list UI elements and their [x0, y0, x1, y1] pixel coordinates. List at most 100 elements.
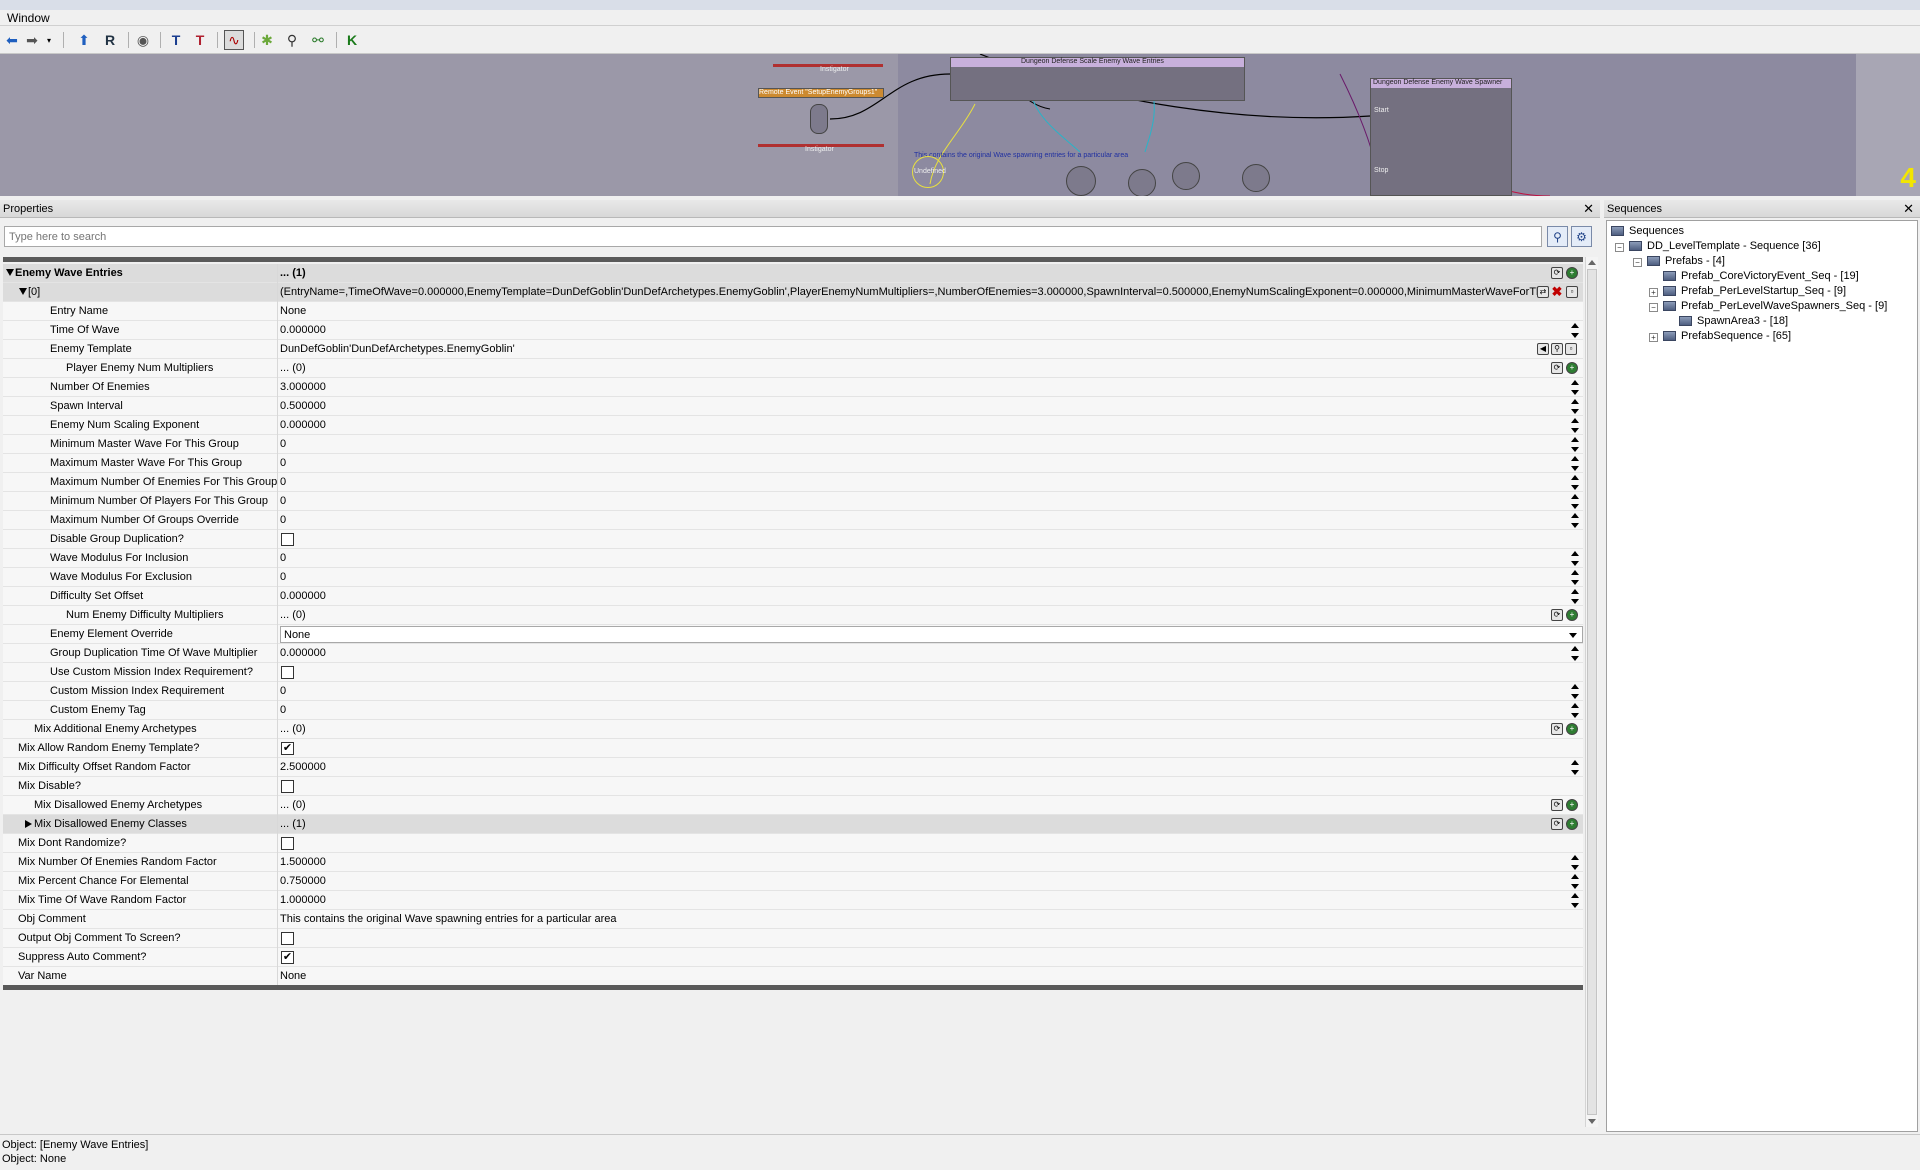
sequence-tree-item[interactable]: Prefabs - [4] — [1647, 255, 1725, 267]
property-row[interactable]: Time Of Wave 0.000000 — [3, 321, 1583, 340]
spinner-arrows-icon[interactable] — [1571, 437, 1579, 452]
column-divider[interactable] — [277, 283, 278, 302]
column-divider[interactable] — [277, 701, 278, 720]
property-value[interactable]: DunDefGoblin'DunDefArchetypes.EnemyGobli… — [280, 343, 1540, 355]
enemy-wave-spawner-node[interactable]: Dungeon Defense Enemy Wave Spawner Start… — [1370, 78, 1512, 196]
column-divider[interactable] — [277, 758, 278, 777]
back-arrow-icon[interactable]: ⬅ — [2, 30, 22, 50]
remote-event-diamond[interactable] — [810, 104, 828, 134]
duplicate-icon[interactable]: ▫ — [1566, 286, 1578, 298]
rename-icon[interactable]: R — [100, 30, 120, 50]
spinner-arrows-icon[interactable] — [1571, 551, 1579, 566]
column-divider[interactable] — [277, 302, 278, 321]
column-divider[interactable] — [277, 359, 278, 378]
column-divider[interactable] — [277, 929, 278, 948]
property-value[interactable]: 0 — [280, 514, 1540, 526]
column-divider[interactable] — [277, 378, 278, 397]
property-checkbox[interactable]: ✔ — [281, 742, 294, 755]
property-row[interactable]: Custom Enemy Tag 0 — [3, 701, 1583, 720]
close-icon[interactable]: ✕ — [1903, 201, 1914, 217]
property-row[interactable]: Maximum Master Wave For This Group 0 — [3, 454, 1583, 473]
collapse-arrow-icon[interactable] — [6, 269, 14, 276]
property-value[interactable]: 0.750000 — [280, 875, 1540, 887]
column-divider[interactable] — [277, 891, 278, 910]
property-row[interactable]: Mix Difficulty Offset Random Factor 2.500… — [3, 758, 1583, 777]
property-checkbox[interactable] — [281, 780, 294, 793]
property-row[interactable]: Wave Modulus For Exclusion 0 — [3, 568, 1583, 587]
column-divider[interactable] — [277, 777, 278, 796]
text-icon-2[interactable]: T — [190, 30, 210, 50]
property-value[interactable]: 3.000000 — [280, 381, 1540, 393]
property-row[interactable]: Entry Name None — [3, 302, 1583, 321]
column-divider[interactable] — [277, 796, 278, 815]
property-checkbox[interactable]: ✔ — [281, 951, 294, 964]
property-value[interactable]: ... (0) — [280, 609, 1540, 621]
array-add-icon[interactable]: + — [1566, 799, 1578, 811]
property-value[interactable]: ... (1) — [280, 267, 1540, 279]
dropdown-icon[interactable]: ▾ — [42, 30, 56, 50]
column-divider[interactable] — [277, 473, 278, 492]
column-divider[interactable] — [277, 264, 278, 283]
spinner-arrows-icon[interactable] — [1571, 513, 1579, 528]
array-empty-icon[interactable]: ⟳ — [1551, 362, 1563, 374]
property-row[interactable]: Enemy Element Override None — [3, 625, 1583, 644]
array-empty-icon[interactable]: ⟳ — [1551, 799, 1563, 811]
property-value[interactable]: 0.500000 — [280, 400, 1540, 412]
property-row[interactable]: Mix Time Of Wave Random Factor 1.000000 — [3, 891, 1583, 910]
property-row[interactable]: Mix Disallowed Enemy Archetypes ... (0) ⟳ + — [3, 796, 1583, 815]
spinner-arrows-icon[interactable] — [1571, 855, 1579, 870]
property-row[interactable]: Maximum Number Of Groups Override 0 — [3, 511, 1583, 530]
column-divider[interactable] — [277, 910, 278, 929]
sequence-tree-item[interactable]: PrefabSequence - [65] — [1663, 330, 1791, 342]
sequence-tree-item[interactable]: Prefab_CoreVictoryEvent_Seq - [19] — [1663, 270, 1859, 282]
property-row[interactable]: Mix Disable? — [3, 777, 1583, 796]
property-row[interactable]: Wave Modulus For Inclusion 0 — [3, 549, 1583, 568]
collapse-icon[interactable]: − — [1633, 258, 1642, 267]
spinner-arrows-icon[interactable] — [1571, 570, 1579, 585]
property-row[interactable]: Mix Disallowed Enemy Classes ... (1) ⟳ + — [3, 815, 1583, 834]
property-row[interactable]: Minimum Number Of Players For This Group… — [3, 492, 1583, 511]
column-divider[interactable] — [277, 739, 278, 758]
property-value[interactable]: 0 — [280, 704, 1540, 716]
property-row[interactable]: Enemy Wave Entries ... (1) ⟳ + — [3, 264, 1583, 283]
column-divider[interactable] — [277, 454, 278, 473]
property-value[interactable]: 0.000000 — [280, 324, 1540, 336]
property-value[interactable]: None — [280, 305, 1540, 317]
column-divider[interactable] — [277, 511, 278, 530]
property-row[interactable]: Mix Additional Enemy Archetypes ... (0) ⟳ + — [3, 720, 1583, 739]
property-value[interactable]: 2.500000 — [280, 761, 1540, 773]
array-add-icon[interactable]: + — [1566, 362, 1578, 374]
property-value[interactable]: ... (0) — [280, 799, 1540, 811]
array-add-icon[interactable]: + — [1566, 609, 1578, 621]
spinner-arrows-icon[interactable] — [1571, 475, 1579, 490]
column-divider[interactable] — [277, 967, 278, 986]
search-options-icon[interactable]: ⚙ — [1571, 226, 1592, 247]
property-value[interactable]: 0 — [280, 571, 1540, 583]
column-divider[interactable] — [277, 321, 278, 340]
property-row[interactable]: Number Of Enemies 3.000000 — [3, 378, 1583, 397]
column-divider[interactable] — [277, 549, 278, 568]
property-row[interactable]: Obj Comment This contains the original Wa… — [3, 910, 1583, 929]
spinner-arrows-icon[interactable] — [1571, 703, 1579, 718]
spinner-arrows-icon[interactable] — [1571, 418, 1579, 433]
sequence-tree-item[interactable]: Prefab_PerLevelWaveSpawners_Seq - [9] — [1663, 300, 1887, 312]
column-divider[interactable] — [277, 625, 278, 644]
property-row[interactable]: Mix Percent Chance For Elemental 0.750000 — [3, 872, 1583, 891]
array-empty-icon[interactable]: ⟳ — [1551, 609, 1563, 621]
property-value[interactable]: ... (0) — [280, 362, 1540, 374]
spinner-arrows-icon[interactable] — [1571, 760, 1579, 775]
scrollbar-thumb[interactable] — [1587, 269, 1597, 1115]
column-divider[interactable] — [277, 834, 278, 853]
property-value[interactable]: 0.000000 — [280, 590, 1540, 602]
property-row[interactable]: Mix Dont Randomize? — [3, 834, 1583, 853]
property-value[interactable]: 0 — [280, 438, 1540, 450]
property-row[interactable]: Enemy Template DunDefGoblin'DunDefArchety… — [3, 340, 1583, 359]
search-icon[interactable]: ⚲ — [1547, 226, 1568, 247]
expand-icon[interactable]: + — [1649, 333, 1658, 342]
sequence-tree-item[interactable]: DD_LevelTemplate - Sequence [36] — [1629, 240, 1821, 252]
column-divider[interactable] — [277, 587, 278, 606]
property-value[interactable]: 0.000000 — [280, 647, 1540, 659]
delete-icon[interactable]: ✖ — [1551, 285, 1563, 298]
column-divider[interactable] — [277, 815, 278, 834]
array-add-icon[interactable]: + — [1566, 267, 1578, 279]
